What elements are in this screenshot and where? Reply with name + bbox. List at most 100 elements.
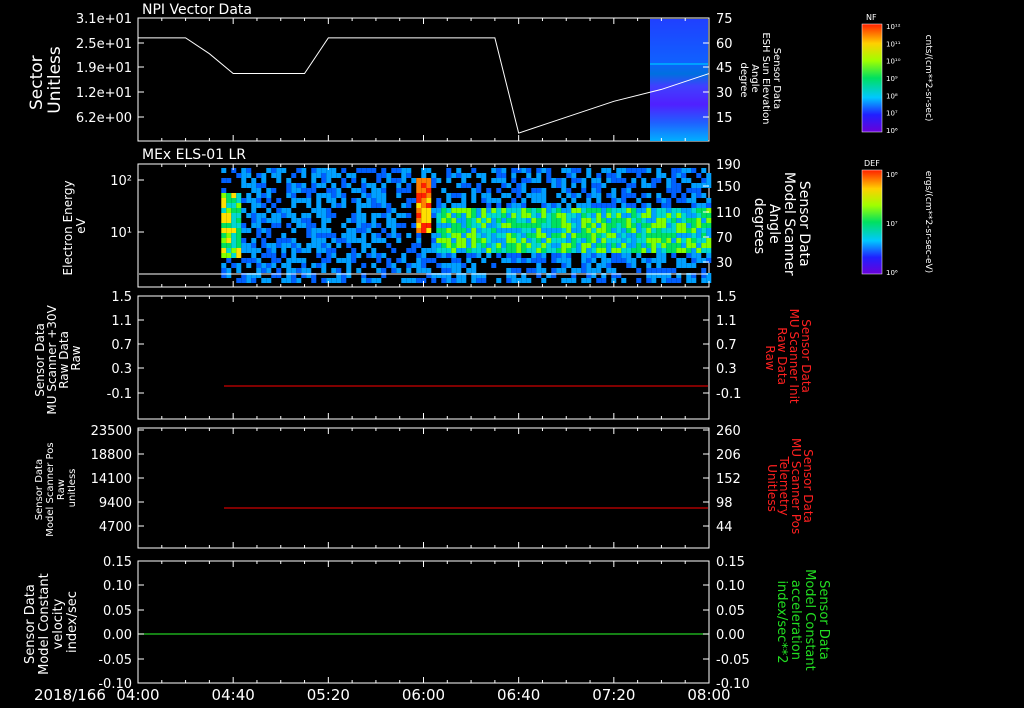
spectrogram-cell (501, 218, 507, 223)
spectrogram-cell (311, 238, 317, 243)
spectrogram-cell (221, 243, 227, 248)
spectrogram-cell (496, 253, 502, 258)
time-tick-label: 08:00 (687, 686, 730, 704)
spectrogram-cell (361, 178, 367, 183)
spectrogram-cell (316, 203, 322, 208)
spectrogram-cell (706, 228, 712, 233)
spectrogram-cell (491, 263, 497, 268)
spectrogram-cell (271, 223, 277, 228)
spectrogram-cell (646, 183, 652, 188)
spectrogram-cell (341, 203, 347, 208)
spectrogram-cell (466, 248, 472, 253)
spectrogram-cell (496, 278, 502, 283)
spectrogram-cell (621, 223, 627, 228)
spectrogram-cell (221, 263, 227, 268)
spectrogram-cell (421, 193, 427, 198)
spectrogram-cell (671, 243, 677, 248)
spectrogram-cell (221, 223, 227, 228)
spectrogram-cell (556, 218, 562, 223)
spectrogram-cell (571, 223, 577, 228)
spectrogram-cell (281, 168, 287, 173)
spectrogram-cell (601, 263, 607, 268)
spectrogram-cell (661, 243, 667, 248)
spectrogram-cell (321, 228, 327, 233)
spectrogram-cell (371, 188, 377, 193)
spectrogram-cell (386, 218, 392, 223)
spectrogram-cell (661, 208, 667, 213)
panel-1-right-label-line-2: ESH Sun Elevation (760, 32, 771, 124)
spectrogram-cell (296, 218, 302, 223)
spectrogram-cell (256, 268, 262, 273)
spectrogram-cell (601, 243, 607, 248)
spectrogram-cell (516, 238, 522, 243)
spectrogram-cell (541, 168, 547, 173)
spectrogram-cell (361, 193, 367, 198)
spectrogram-cell (426, 188, 432, 193)
spectrogram-cell (661, 248, 667, 253)
spectrogram-cell (456, 168, 462, 173)
spectrogram-cell (291, 173, 297, 178)
spectrogram-cell (426, 198, 432, 203)
spectrogram-cell (386, 178, 392, 183)
spectrogram-cell (321, 233, 327, 238)
spectrogram-cell (596, 253, 602, 258)
spectrogram-cell (621, 218, 627, 223)
spectrogram-cell (616, 198, 622, 203)
spectrogram-cell (456, 238, 462, 243)
spectrogram-cell (686, 213, 692, 218)
spectrogram-cell (661, 253, 667, 258)
spectrogram-cell (251, 188, 257, 193)
spectrogram-cell (371, 238, 377, 243)
spectrogram-cell (286, 268, 292, 273)
spectrogram-cell (426, 218, 432, 223)
spectrogram-cell (676, 243, 682, 248)
spectrogram-cell (631, 183, 637, 188)
spectrogram-cell (596, 243, 602, 248)
spectrogram-cell (236, 263, 242, 268)
spectrogram-cell (701, 213, 707, 218)
spectrogram-cell (446, 193, 452, 198)
spectrogram-cell (376, 173, 382, 178)
spectrogram-cell (541, 203, 547, 208)
spectrogram-cell (626, 168, 632, 173)
spectrogram-cell (501, 168, 507, 173)
spectrogram-cell (416, 263, 422, 268)
spectrogram-cell (426, 168, 432, 173)
spectrogram-cell (421, 173, 427, 178)
spectrogram-cell (556, 228, 562, 233)
spectrogram-cell (246, 263, 252, 268)
spectrogram-cell (266, 218, 272, 223)
spectrogram-cell (496, 218, 502, 223)
spectrogram-cell (531, 268, 537, 273)
spectrogram-cell (631, 238, 637, 243)
spectrogram-cell (536, 228, 542, 233)
spectrogram-cell (641, 203, 647, 208)
spectrogram-cell (466, 208, 472, 213)
spectrogram-cell (316, 238, 322, 243)
spectrogram-cell (511, 278, 517, 283)
spectrogram-cell (541, 188, 547, 193)
spectrogram-cell (296, 223, 302, 228)
spectrogram-cell (696, 248, 702, 253)
panel-1-left-ticks: 3.1e+012.5e+011.9e+011.2e+016.2e+00 (76, 12, 144, 126)
spectrogram-cell (671, 168, 677, 173)
spectrogram-cell (356, 168, 362, 173)
spectrogram-cell (636, 268, 642, 273)
spectrogram-cell (426, 178, 432, 183)
spectrogram-cell (666, 243, 672, 248)
time-tick-label: 06:00 (402, 686, 445, 704)
spectrogram-cell (476, 233, 482, 238)
spectrogram-cell (371, 198, 377, 203)
spectrogram-cell (626, 243, 632, 248)
spectrogram-cell (466, 183, 472, 188)
spectrogram-cell (556, 258, 562, 263)
panel-3-left-label-line-4: Raw (69, 345, 83, 370)
spectrogram-cell (306, 268, 312, 273)
spectrogram-cell (556, 183, 562, 188)
spectrogram-cell (241, 208, 247, 213)
spectrogram-cell (691, 208, 697, 213)
spectrogram-cell (291, 268, 297, 273)
spectrogram-cell (376, 193, 382, 198)
spectrogram-cell (286, 213, 292, 218)
spectrogram-cell (371, 253, 377, 258)
